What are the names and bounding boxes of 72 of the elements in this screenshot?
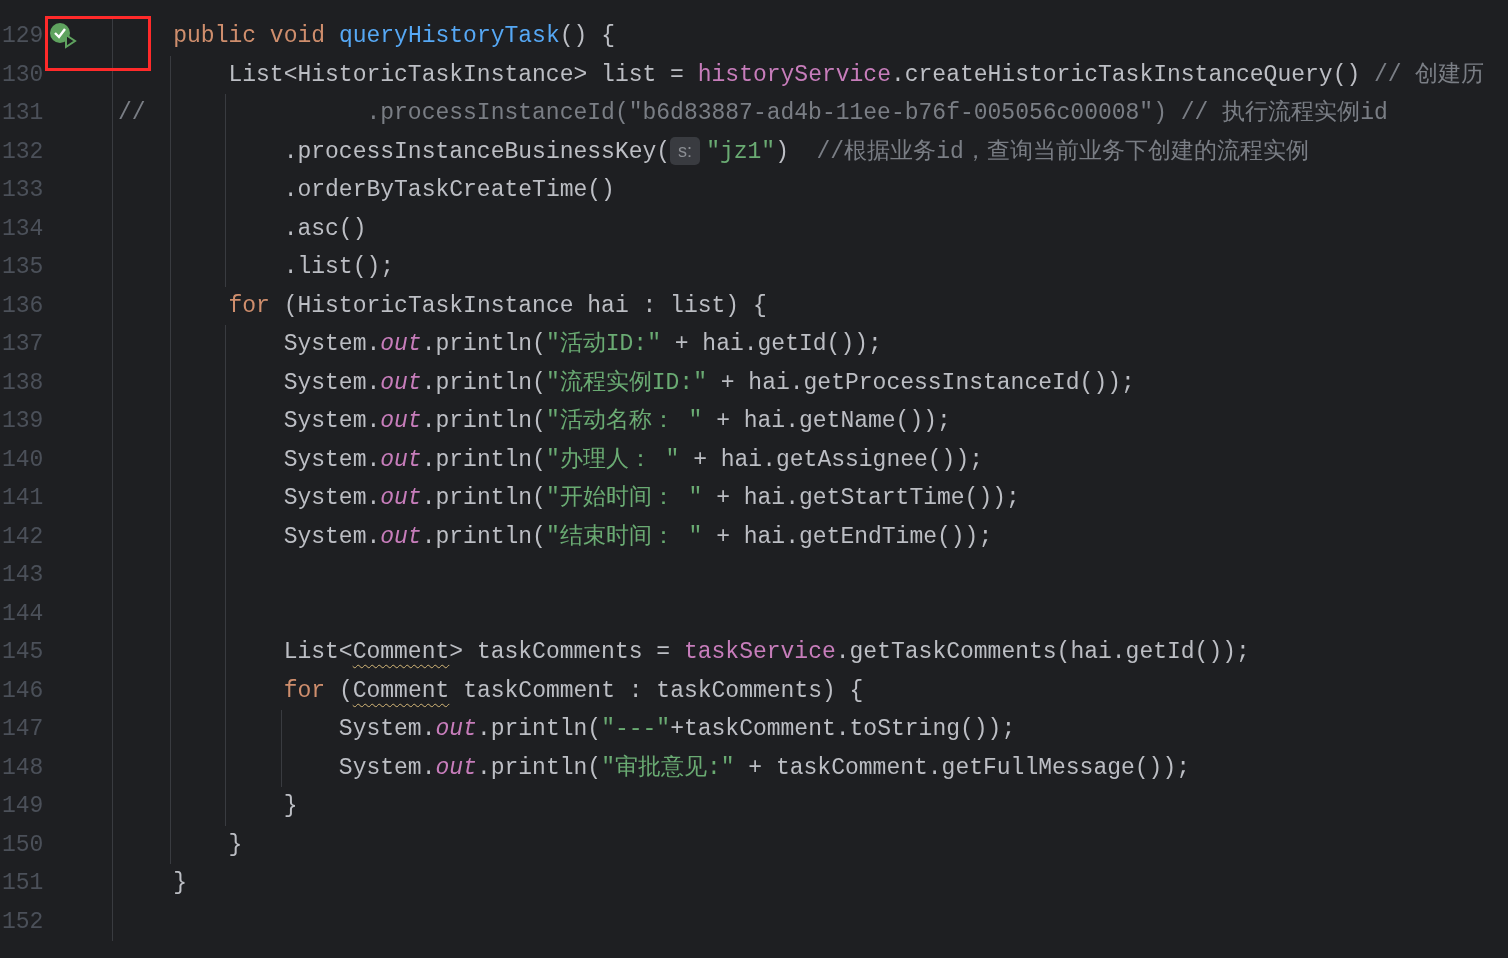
code-token: taskComment : taskComments) { [463, 677, 864, 704]
code-token: .println( [421, 485, 546, 511]
code-token: List<HistoricTaskInstance> list = [228, 61, 684, 88]
run-passed-icon[interactable] [49, 23, 77, 49]
code-token: out [380, 369, 422, 396]
code-token: .processInstanceBusinessKey( [283, 138, 671, 165]
code-token: .println( [476, 754, 602, 781]
code-token: "流程实例ID:" [545, 369, 707, 396]
code-token: "---" [601, 716, 671, 742]
code-token: .println( [421, 369, 546, 396]
code-token: for [228, 292, 270, 319]
code-token: .println( [421, 446, 546, 473]
code-token: .asc() [283, 215, 367, 242]
code-token: } [283, 793, 298, 819]
code-token: void [269, 23, 326, 49]
code-token: .println( [421, 408, 546, 434]
code-token: historyService [697, 61, 891, 88]
code-token: System. [338, 754, 436, 781]
code-token: + hai.getEndTime()); [716, 523, 993, 550]
code-token: .list(); [283, 254, 395, 280]
code-token: out [380, 446, 422, 473]
code-token: queryHistoryTask [338, 23, 560, 49]
code-token: out [380, 408, 422, 434]
code-token: "结束时间： " [545, 523, 703, 550]
code-token: + hai.getId()); [674, 331, 882, 357]
code-token: System. [283, 369, 381, 396]
code-token: "办理人： " [545, 446, 680, 473]
code-token: out [380, 523, 422, 550]
code-token: out [380, 331, 422, 357]
code-token: public [173, 23, 257, 49]
code-token: ( [338, 677, 353, 704]
code-token: "开始时间： " [545, 485, 703, 511]
code-token: System. [283, 446, 381, 473]
parameter-hint: s: [670, 137, 701, 166]
code-token: out [380, 485, 422, 511]
code-token: } [173, 870, 188, 896]
code-comment: //根据业务id，查询当前业务下创建的流程实例 [816, 138, 1309, 165]
code-token: () { [559, 23, 615, 49]
code-token: for [283, 677, 326, 704]
code-token: ) [775, 138, 789, 165]
code-comment: // .processInstanceId("b6d83887-ad4b-11ee-b76f-005056c00008") // 执行流程实例id [118, 100, 1388, 126]
code-token: System. [338, 716, 436, 742]
code-token: List< [283, 639, 353, 665]
code-token: "活动名称： " [545, 408, 703, 434]
code-token: "审批意见:" [601, 754, 735, 781]
code-token: .createHistoricTaskInstanceQuery() [890, 61, 1361, 88]
code-comment: // 创建历 [1374, 61, 1485, 88]
code-token: + taskComment.getFullMessage()); [748, 754, 1191, 781]
code-token: System. [283, 485, 381, 511]
code-token: + hai.getAssignee()); [693, 446, 983, 473]
code-token: .getTaskComments(hai.getId()); [835, 639, 1250, 665]
code-token: (HistoricTaskInstance hai : list) { [283, 292, 767, 319]
code-token: taskService [683, 639, 836, 665]
code-token: System. [283, 331, 381, 357]
code-token: out [435, 754, 477, 781]
code-token: Comment [352, 639, 450, 665]
code-token: "活动ID:" [545, 331, 661, 357]
code-token: +taskComment.toString()); [670, 716, 1016, 742]
code-token: } [228, 831, 243, 858]
code-token: .println( [421, 331, 546, 357]
code-token: .orderByTaskCreateTime() [283, 177, 615, 203]
code-token: "jz1" [706, 138, 776, 165]
code-token: Comment [352, 677, 450, 704]
code-token: System. [283, 523, 381, 550]
code-token: System. [283, 408, 381, 434]
code-token: + hai.getProcessInstanceId()); [720, 369, 1135, 396]
code-token: .println( [476, 716, 602, 742]
code-token: .println( [421, 523, 546, 550]
code-token: + hai.getName()); [716, 408, 951, 434]
code-token: out [435, 716, 477, 742]
code-token: + hai.getStartTime()); [716, 485, 1020, 511]
code-token: > taskComments = [449, 639, 671, 665]
